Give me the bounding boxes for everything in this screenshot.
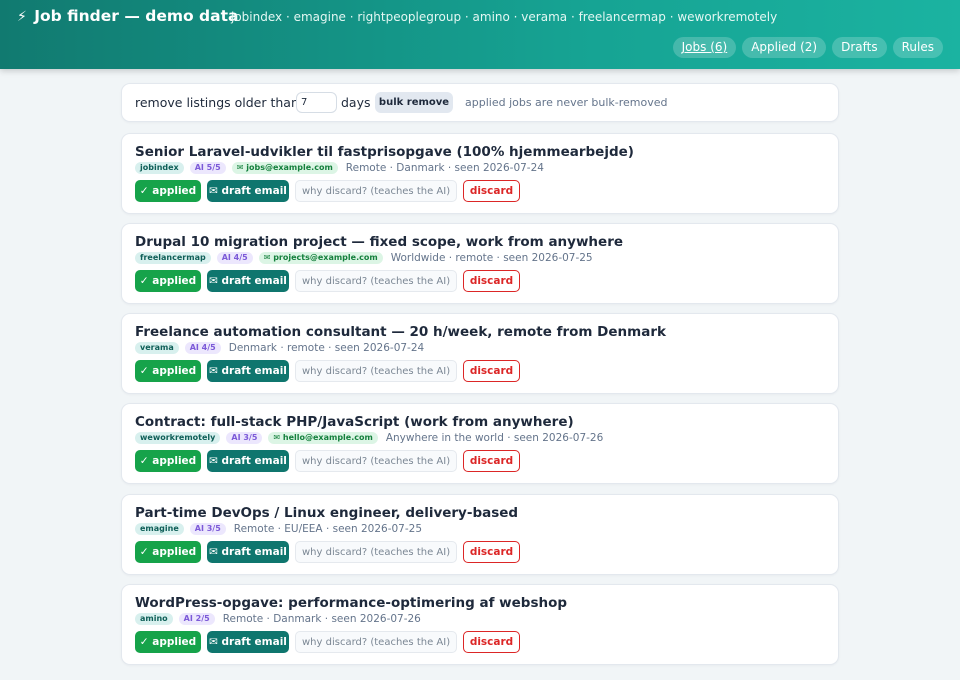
tab-applied[interactable]: Applied (2): [742, 37, 827, 58]
job-actions: ✓ applied ✉ draft email discard: [135, 450, 520, 472]
bulk-remove-panel: remove listings older than days bulk rem…: [121, 83, 839, 122]
source-badge: amino: [135, 613, 173, 625]
discard-reason-input[interactable]: [295, 270, 457, 292]
draft-email-button[interactable]: ✉ draft email: [207, 631, 289, 653]
draft-email-button[interactable]: ✉ draft email: [207, 450, 289, 472]
source-badge: freelancermap: [135, 252, 211, 264]
job-title: Senior Laravel-udvikler til fastprisopga…: [135, 144, 634, 160]
job-location-date: Anywhere in the world · seen 2026-07-26: [385, 432, 604, 444]
discard-button[interactable]: discard: [463, 180, 520, 202]
job-title: Drupal 10 migration project — fixed scop…: [135, 234, 624, 250]
discard-button[interactable]: discard: [463, 541, 520, 563]
job-card: Senior Laravel-udvikler til fastprisopga…: [121, 133, 839, 214]
applied-button[interactable]: ✓ applied: [135, 631, 201, 653]
job-title: Contract: full-stack PHP/JavaScript (wor…: [135, 414, 574, 430]
email-badge: ✉ jobs@example.com: [231, 162, 338, 174]
job-location-date: Denmark · remote · seen 2026-07-24: [228, 342, 425, 354]
job-meta: weworkremotely AI 3/5 ✉ hello@example.co…: [135, 432, 603, 444]
job-meta: amino AI 2/5 Remote · Danmark · seen 202…: [135, 613, 421, 625]
job-card: Part-time DevOps / Linux engineer, deliv…: [121, 494, 839, 575]
discard-button[interactable]: discard: [463, 631, 520, 653]
draft-email-button[interactable]: ✉ draft email: [207, 180, 289, 202]
app-title-text: Job finder — demo data: [34, 7, 239, 25]
source-badge: emagine: [135, 523, 184, 535]
job-location-date: Remote · EU/EEA · seen 2026-07-25: [233, 523, 423, 535]
job-location-date: Worldwide · remote · seen 2026-07-25: [390, 252, 593, 264]
job-actions: ✓ applied ✉ draft email discard: [135, 631, 520, 653]
discard-button[interactable]: discard: [463, 270, 520, 292]
source-list: jobindex · emagine · rightpeoplegroup · …: [231, 10, 778, 24]
applied-button[interactable]: ✓ applied: [135, 270, 201, 292]
source-badge: verama: [135, 342, 179, 354]
email-badge: ✉ hello@example.com: [268, 432, 378, 444]
source-badge: weworkremotely: [135, 432, 221, 444]
discard-reason-input[interactable]: [295, 631, 457, 653]
applied-button[interactable]: ✓ applied: [135, 541, 201, 563]
job-actions: ✓ applied ✉ draft email discard: [135, 360, 520, 382]
discard-reason-input[interactable]: [295, 541, 457, 563]
app-title: ⚡ Job finder — demo data: [17, 7, 238, 25]
draft-email-button[interactable]: ✉ draft email: [207, 360, 289, 382]
app-header: ⚡ Job finder — demo data jobindex · emag…: [0, 0, 960, 69]
discard-reason-input[interactable]: [295, 360, 457, 382]
job-title: Part-time DevOps / Linux engineer, deliv…: [135, 505, 519, 521]
ai-score-badge: AI 2/5: [178, 613, 215, 625]
job-location-date: Remote · Danmark · seen 2026-07-26: [222, 613, 421, 625]
days-input[interactable]: [296, 92, 337, 113]
job-meta: freelancermap AI 4/5 ✉ projects@example.…: [135, 252, 593, 264]
job-title: Freelance automation consultant — 20 h/w…: [135, 324, 666, 340]
bolt-icon: ⚡: [17, 9, 27, 25]
job-meta: emagine AI 3/5 Remote · EU/EEA · seen 20…: [135, 523, 422, 535]
draft-email-button[interactable]: ✉ draft email: [207, 270, 289, 292]
email-badge: ✉ projects@example.com: [258, 252, 383, 264]
applied-button[interactable]: ✓ applied: [135, 180, 201, 202]
job-location-date: Remote · Danmark · seen 2026-07-24: [345, 162, 544, 174]
job-meta: verama AI 4/5 Denmark · remote · seen 20…: [135, 342, 424, 354]
ai-score-badge: AI 4/5: [216, 252, 253, 264]
bulk-remove-note: applied jobs are never bulk-removed: [465, 96, 668, 109]
job-meta: jobindex AI 5/5 ✉ jobs@example.com Remot…: [135, 162, 544, 174]
job-actions: ✓ applied ✉ draft email discard: [135, 270, 520, 292]
tab-rules[interactable]: Rules: [892, 37, 943, 58]
discard-button[interactable]: discard: [463, 360, 520, 382]
job-card: Drupal 10 migration project — fixed scop…: [121, 223, 839, 304]
job-card: Contract: full-stack PHP/JavaScript (wor…: [121, 403, 839, 484]
ai-score-badge: AI 4/5: [184, 342, 221, 354]
discard-button[interactable]: discard: [463, 450, 520, 472]
job-actions: ✓ applied ✉ draft email discard: [135, 180, 520, 202]
job-card: Freelance automation consultant — 20 h/w…: [121, 313, 839, 394]
source-badge: jobindex: [135, 162, 184, 174]
discard-reason-input[interactable]: [295, 450, 457, 472]
applied-button[interactable]: ✓ applied: [135, 360, 201, 382]
ai-score-badge: AI 3/5: [189, 523, 226, 535]
days-label: days: [341, 95, 371, 110]
ai-score-badge: AI 3/5: [226, 432, 263, 444]
bulk-remove-button[interactable]: bulk remove: [375, 92, 453, 113]
job-actions: ✓ applied ✉ draft email discard: [135, 541, 520, 563]
ai-score-badge: AI 5/5: [189, 162, 226, 174]
job-title: WordPress-opgave: performance-optimering…: [135, 595, 568, 611]
bulk-remove-label: remove listings older than: [135, 95, 299, 110]
tab-drafts[interactable]: Drafts: [832, 37, 887, 58]
applied-button[interactable]: ✓ applied: [135, 450, 201, 472]
job-card: WordPress-opgave: performance-optimering…: [121, 584, 839, 665]
discard-reason-input[interactable]: [295, 180, 457, 202]
nav-tabs: Jobs (6) Applied (2) Drafts Rules: [672, 37, 943, 58]
tab-jobs[interactable]: Jobs (6): [672, 37, 737, 58]
draft-email-button[interactable]: ✉ draft email: [207, 541, 289, 563]
